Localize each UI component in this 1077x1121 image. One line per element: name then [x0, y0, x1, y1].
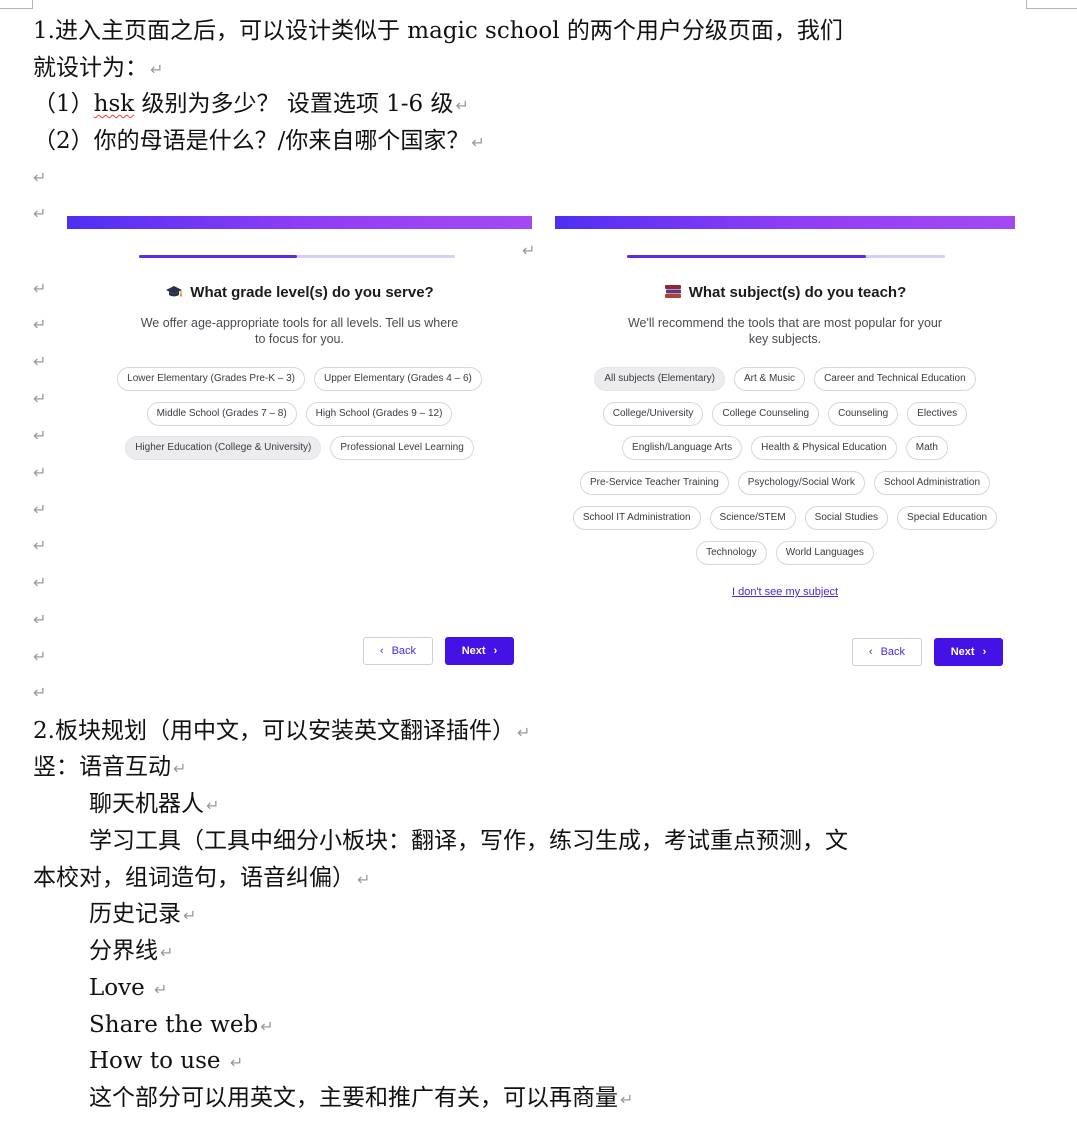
subject-subtitle: We'll recommend the tools that are most … [627, 316, 943, 346]
option-chip[interactable]: Higher Education (College & University) [125, 436, 322, 460]
option-chip[interactable]: Pre-Service Teacher Training [579, 471, 729, 496]
option-chip[interactable]: Career and Technical Education [814, 367, 976, 391]
option-row: Middle School (Grades 7 – 8) High School … [67, 401, 532, 426]
doc-line-1b: 就设计为： ↵ [33, 55, 164, 81]
gradient-header-bar [67, 216, 532, 229]
chevron-right-icon: › [493, 645, 498, 657]
option-row: Technology World Languages [555, 540, 1015, 565]
paragraph-mark: ↵ [33, 168, 47, 187]
grade-level-subtitle: We offer age-appropriate tools for all l… [140, 316, 459, 346]
paragraph-mark: ↵ [33, 500, 47, 519]
back-button[interactable]: ‹ Back [363, 637, 433, 665]
doc-tools-b: 本校对，组词造句，语音纠偏） ↵ [33, 865, 371, 891]
option-chip[interactable]: Health & Physical Education [751, 436, 897, 461]
option-chip[interactable]: Technology [696, 540, 767, 565]
doc-line-1a: 1.进入主页面之后，可以设计类似于 magic school 的两个用户分级页面… [33, 18, 843, 44]
option-row: English/Language Arts Health & Physical E… [555, 436, 1015, 461]
option-row: All subjects (Elementary) Art & Music Care… [555, 367, 1015, 391]
chevron-left-icon: ‹ [379, 645, 384, 657]
option-chip[interactable]: All subjects (Elementary) [594, 367, 725, 391]
option-chip[interactable]: Art & Music [733, 367, 806, 391]
paragraph-mark: ↵ [33, 536, 47, 555]
grade-level-heading: What grade level(s) do you serve? [67, 284, 532, 303]
spell-check-word: hsk [93, 91, 135, 117]
option-chip[interactable]: School Administration [873, 471, 991, 496]
option-row: Higher Education (College & University) P… [67, 436, 532, 460]
paragraph-mark: ↵ [33, 426, 47, 445]
doc-promo: 这个部分可以用英文，主要和推广有关，可以再商量 ↵ [89, 1085, 634, 1111]
option-row: College/University College Counseling Coun… [555, 401, 1015, 426]
books-icon [664, 284, 682, 303]
option-chip[interactable]: School IT Administration [572, 505, 701, 530]
paragraph-mark: ↵ [33, 610, 47, 629]
doc-vertical-voice: 竖：语音互动 ↵ [33, 754, 187, 780]
option-chip[interactable]: Social Studies [804, 505, 889, 530]
option-chip[interactable]: High School (Grades 9 – 12) [305, 401, 453, 426]
doc-item-hsk: （1）hsk 级别为多少？ 设置选项 1-6 级 ↵ [33, 91, 469, 117]
doc-section-2: 2.板块规划（用中文，可以安装英文翻译插件） ↵ [33, 718, 531, 744]
progress-bar [139, 255, 455, 258]
option-chip[interactable]: Upper Elementary (Grades 4 – 6) [314, 367, 482, 391]
option-chip[interactable]: Science/STEM [709, 505, 796, 530]
paragraph-mark: ↵ [33, 204, 47, 223]
next-button[interactable]: Next › [445, 637, 514, 665]
paragraph-mark: ↵ [33, 647, 47, 666]
option-chip[interactable]: Special Education [897, 505, 998, 530]
gradient-header-bar [555, 216, 1015, 229]
paragraph-mark: ↵ [33, 573, 47, 592]
option-chip[interactable]: College Counseling [712, 401, 820, 426]
grade-level-screenshot: What grade level(s) do you serve? We off… [67, 216, 532, 686]
option-chip[interactable]: Math [905, 436, 948, 461]
option-chip[interactable]: Counseling [828, 401, 899, 426]
missing-subject-link[interactable]: I don't see my subject [555, 586, 1015, 598]
progress-fill [627, 255, 866, 258]
option-chip[interactable]: Professional Level Learning [330, 436, 474, 460]
paragraph-mark: ↵ [33, 279, 47, 298]
doc-love: Love ↵ [89, 975, 168, 1001]
next-button[interactable]: Next › [934, 638, 1003, 666]
option-chip[interactable]: English/Language Arts [622, 436, 743, 461]
graduation-cap-icon [165, 285, 183, 303]
page-corner-top-right [1026, 0, 1077, 9]
option-chip[interactable]: Psychology/Social Work [737, 471, 865, 496]
progress-fill [139, 255, 297, 258]
paragraph-mark: ↵ [33, 315, 47, 334]
doc-item-native-language: （2）你的母语是什么？/你来自哪个国家？ ↵ [33, 128, 485, 154]
option-chip[interactable]: Electives [907, 401, 968, 426]
option-row: School IT Administration Science/STEM Soci… [555, 505, 1015, 530]
doc-howto: How to use ↵ [89, 1048, 244, 1074]
doc-chatbot: 聊天机器人 ↵ [89, 791, 220, 817]
doc-share: Share the web ↵ [89, 1012, 274, 1038]
option-chip[interactable]: World Languages [775, 540, 874, 565]
subject-screenshot: What subject(s) do you teach? We'll reco… [555, 216, 1015, 686]
option-row: Lower Elementary (Grades Pre-K – 3) Upper… [67, 367, 532, 391]
doc-divider: 分界线 ↵ [89, 938, 174, 964]
chevron-left-icon: ‹ [868, 646, 873, 658]
back-button[interactable]: ‹ Back [852, 638, 922, 666]
paragraph-mark: ↵ [33, 389, 47, 408]
paragraph-mark: ↵ [33, 683, 47, 702]
option-row: Pre-Service Teacher Training Psychology/S… [555, 471, 1015, 496]
subject-heading: What subject(s) do you teach? [555, 284, 1015, 303]
progress-bar [627, 255, 945, 258]
page-corner-top-left [0, 0, 33, 9]
chevron-right-icon: › [982, 646, 987, 658]
paragraph-mark: ↵ [33, 463, 47, 482]
option-chip[interactable]: Lower Elementary (Grades Pre-K – 3) [117, 367, 305, 391]
doc-tools-a: 学习工具（工具中细分小板块：翻译，写作，练习生成，考试重点预测，文 [89, 828, 848, 854]
paragraph-mark: ↵ [33, 352, 47, 371]
doc-history: 历史记录 ↵ [89, 901, 197, 927]
option-chip[interactable]: Middle School (Grades 7 – 8) [146, 401, 297, 426]
option-chip[interactable]: College/University [602, 401, 704, 426]
